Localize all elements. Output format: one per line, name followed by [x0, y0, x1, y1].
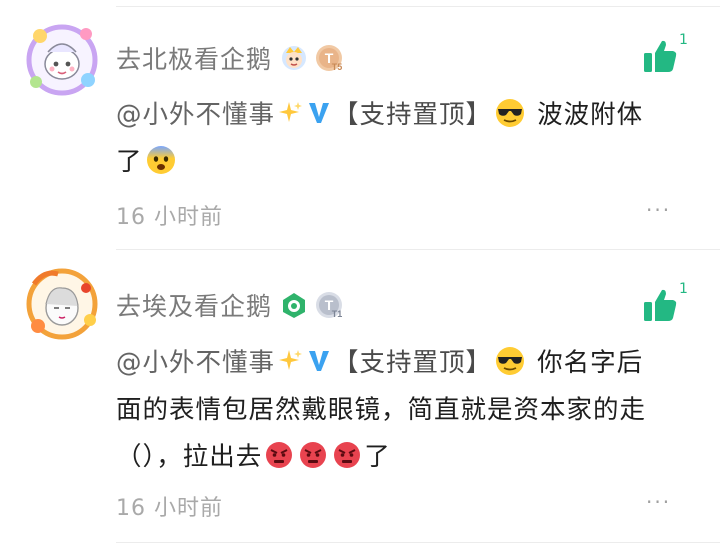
- club-badge-icon: [280, 291, 308, 319]
- verified-v-icon: [307, 348, 331, 374]
- timestamp: 16 小时前: [116, 496, 223, 521]
- sunglasses-emoji-icon: [494, 345, 526, 377]
- timestamp: 16 小时前: [116, 205, 223, 230]
- thumbs-up-icon: [644, 40, 677, 72]
- comment-text-line3-end: 了: [364, 442, 391, 472]
- comment-text-line3: （），拉出去: [116, 442, 263, 472]
- bottom-divider: [116, 542, 720, 543]
- svg-text:T5: T5: [332, 62, 343, 72]
- pinned-tag: 【支持置顶】: [333, 100, 493, 130]
- fearful-emoji-icon: [145, 144, 177, 176]
- avatar[interactable]: [24, 266, 100, 342]
- level-badge-icon: T T1: [314, 290, 344, 320]
- comment-text-line2: 了: [116, 147, 143, 177]
- sparkles-icon: [277, 348, 303, 374]
- thumbs-up-icon: [644, 289, 677, 321]
- more-options-button[interactable]: ···: [646, 198, 671, 222]
- mention-link[interactable]: @小外不懂事: [116, 348, 275, 378]
- verified-v-icon: [307, 100, 331, 126]
- pinned-tag: 【支持置顶】: [333, 348, 493, 378]
- character-badge-icon: [280, 44, 308, 72]
- top-divider: [116, 6, 720, 7]
- comment-text-line2: 面的表情包居然戴眼镜，简直就是资本家的走: [116, 395, 647, 425]
- comment-text: @小外不懂事 【支持置顶】 你名字后 面的表情包居然戴眼镜，简直就是资本家的走 （…: [116, 340, 692, 481]
- like-button[interactable]: 1: [640, 32, 700, 86]
- like-button[interactable]: 1: [640, 281, 700, 335]
- comment-text: @小外不懂事 【支持置顶】 波波附体 了: [116, 92, 692, 186]
- comment-divider: [116, 249, 720, 250]
- svg-text:T1: T1: [332, 309, 343, 319]
- username[interactable]: 去北极看企鹅: [116, 40, 272, 76]
- name-row: 去埃及看企鹅 T T1: [116, 285, 344, 325]
- more-options-button[interactable]: ···: [646, 490, 671, 514]
- name-row: 去北极看企鹅 T T5: [116, 38, 344, 78]
- avatar[interactable]: [24, 22, 100, 98]
- username[interactable]: 去埃及看企鹅: [116, 287, 272, 323]
- angry-face-icon: [264, 440, 294, 470]
- avatar-image: [26, 24, 98, 96]
- comment-text-tail: 你名字后: [528, 348, 644, 378]
- level-badge-icon: T T5: [314, 43, 344, 73]
- angry-face-icon: [298, 440, 328, 470]
- like-count: 1: [679, 281, 688, 297]
- sunglasses-emoji-icon: [494, 97, 526, 129]
- mention-link[interactable]: @小外不懂事: [116, 100, 275, 130]
- comment-text-tail: 波波附体: [528, 100, 644, 130]
- sparkles-icon: [277, 100, 303, 126]
- avatar-image: [26, 268, 98, 340]
- angry-face-icon: [332, 440, 362, 470]
- like-count: 1: [679, 32, 688, 48]
